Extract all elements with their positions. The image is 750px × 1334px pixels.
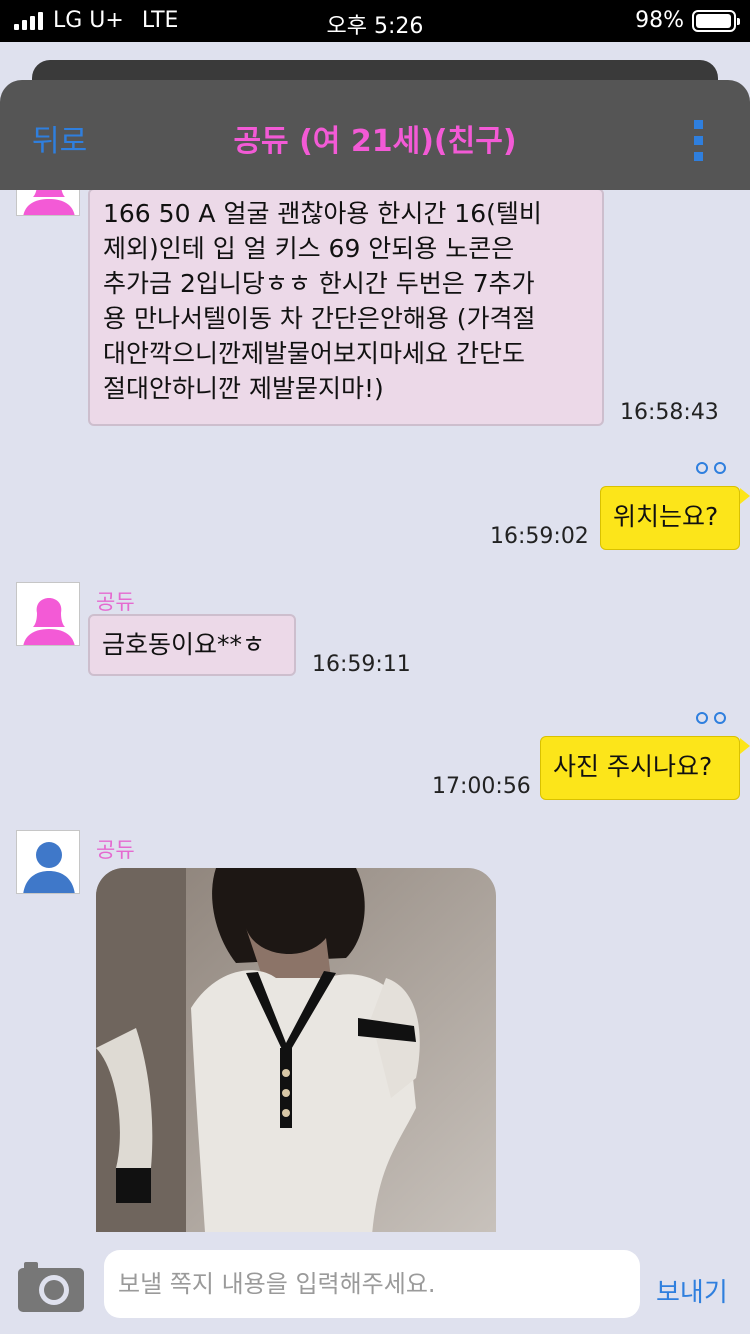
message-bubble-outgoing[interactable]: 위치는요?	[600, 486, 740, 550]
message-bubble-outgoing[interactable]: 사진 주시나요?	[540, 736, 740, 800]
message-bubble-incoming[interactable]: 금호동이요**ㅎ	[88, 614, 296, 676]
read-indicator-icon	[696, 712, 726, 724]
send-button[interactable]: 보내기	[656, 1272, 728, 1309]
message-time: 16:58:43	[620, 400, 719, 425]
avatar-female-icon[interactable]	[16, 582, 80, 646]
message-text: 사진 주시나요?	[553, 752, 713, 781]
message-line: 절대안하니깐 제발묻지마!)	[103, 374, 384, 403]
message-time: 16:59:02	[490, 524, 589, 549]
nav-bar: 뒤로 공듀 (여 21세)(친구)	[0, 80, 750, 190]
message-time: 17:00:56	[432, 774, 531, 799]
status-right: 98%	[635, 8, 740, 33]
battery-icon	[692, 9, 740, 32]
sender-name: 공듀	[96, 590, 135, 614]
message-line: 용 만나서텔이동 차 간단은안해용 (가격절	[103, 304, 536, 333]
message-line: 추가금 2입니당ㅎㅎ 한시간 두번은 7추가	[103, 269, 535, 298]
chat-title: 공듀 (여 21세)(친구)	[233, 124, 517, 159]
camera-icon[interactable]	[16, 1256, 86, 1316]
message-text: 금호동이요**ㅎ	[102, 630, 266, 659]
message-line: 제외)인테 입 얼 키스 69 안되용 노콘은	[103, 234, 515, 263]
battery-percent: 98%	[635, 8, 684, 33]
vertical-dots-icon[interactable]	[694, 120, 704, 161]
read-indicator-icon	[696, 462, 726, 474]
chat-area[interactable]: 166 50 A 얼굴 괜찮아용 한시간 16(텔비 제외)인테 입 얼 키스 …	[0, 190, 750, 1232]
bubble-tail	[740, 738, 750, 754]
status-bar: LG U+ LTE 오후 5:26 98%	[0, 0, 750, 42]
message-bubble-incoming[interactable]: 166 50 A 얼굴 괜찮아용 한시간 16(텔비 제외)인테 입 얼 키스 …	[88, 190, 604, 426]
message-text: 위치는요?	[613, 502, 719, 531]
sender-name: 공듀	[96, 838, 135, 862]
photo-message[interactable]	[96, 868, 496, 1232]
bubble-tail	[740, 488, 750, 504]
message-time: 16:59:11	[312, 652, 411, 677]
avatar-female-icon[interactable]	[16, 190, 80, 216]
message-input[interactable]	[104, 1250, 640, 1318]
avatar-default-icon[interactable]	[16, 830, 80, 894]
input-bar: 보내기	[0, 1232, 750, 1334]
message-line: 166 50 A 얼굴 괜찮아용 한시간 16(텔비	[103, 199, 542, 228]
message-line: 대안깍으니깐제발물어보지마세요 간단도	[103, 339, 525, 368]
